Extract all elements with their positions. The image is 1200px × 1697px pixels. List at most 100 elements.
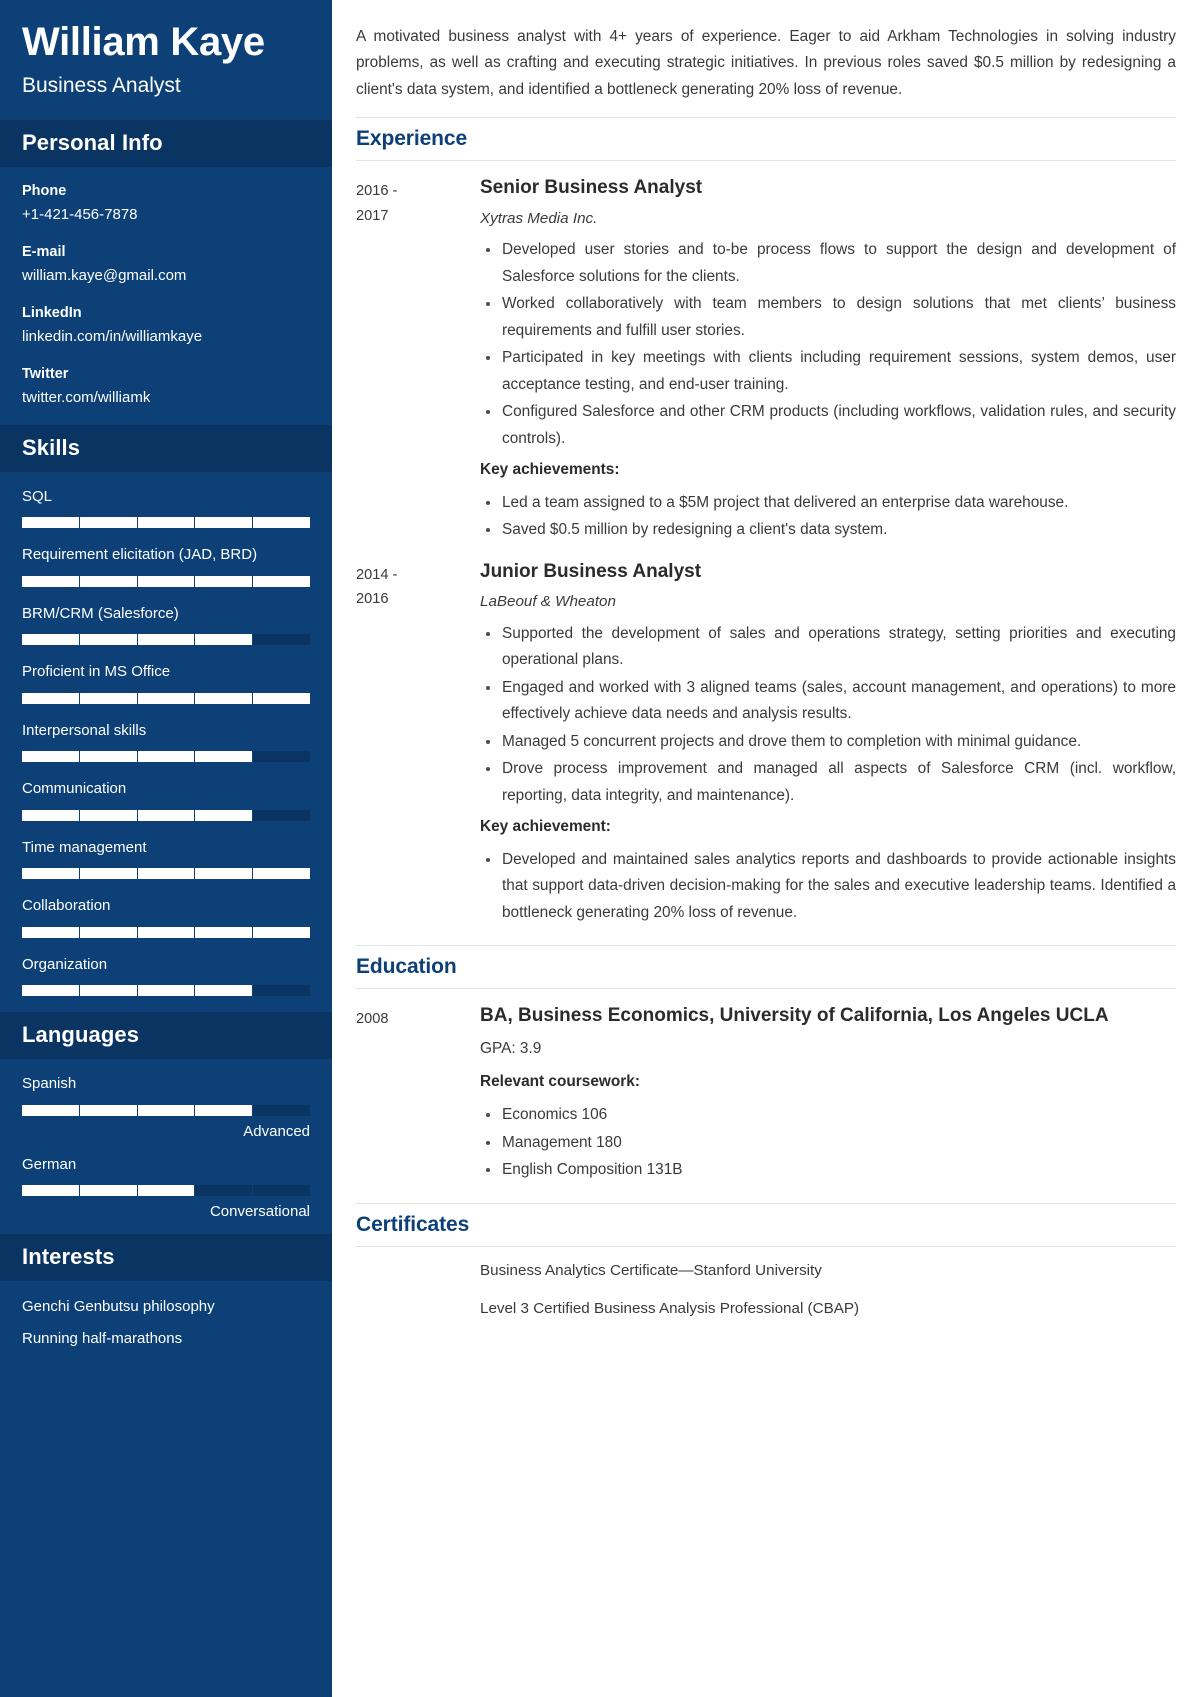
coursework-list: Economics 106 Management 180 English Compo…: [480, 1102, 1176, 1183]
bullet-item: Worked collaboratively with team members…: [480, 291, 1176, 344]
bullet-item: Engaged and worked with 3 aligned teams …: [480, 675, 1176, 728]
bullet-item: Led a team assigned to a $5M project tha…: [480, 490, 1176, 516]
personal-info-item: Twitter twitter.com/williamk: [22, 364, 310, 409]
interest-item: Running half-marathons: [22, 1329, 183, 1347]
interests-list: Genchi Genbutsu philosophy Running half-m…: [0, 1281, 332, 1350]
section-title: Languages: [22, 1022, 140, 1048]
bullet-item: Economics 106: [480, 1102, 1176, 1128]
skill-item: Interpersonal skills: [22, 720, 310, 763]
bullet-item: Developed user stories and to-be process…: [480, 237, 1176, 290]
bullet-item: Supported the development of sales and o…: [480, 621, 1176, 674]
personal-info-value: +1-421-456-7878: [22, 205, 138, 223]
skill-item: BRM/CRM (Salesforce): [22, 603, 310, 646]
experience-entry: 2016 -2017 Senior Business Analyst Xytras …: [356, 161, 1176, 544]
education-entry-list: 2008 BA, Business Economics, University o…: [356, 989, 1176, 1185]
resume-document: William Kaye Business Analyst Personal I…: [0, 0, 1200, 1697]
language-label: Spanish: [22, 1075, 77, 1093]
bullet-item: English Composition 131B: [480, 1157, 1176, 1183]
skill-label: Interpersonal skills: [22, 721, 147, 739]
language-proficiency: Advanced: [243, 1122, 310, 1140]
progress-bar-track: [22, 751, 310, 763]
professional-summary: A motivated business analyst with 4+ yea…: [356, 28, 1176, 98]
languages-list: Spanish Advanced German Conversational: [0, 1059, 332, 1220]
personal-info-label: Phone: [22, 182, 67, 199]
education-entry: 2008 BA, Business Economics, University o…: [356, 989, 1176, 1185]
entry-bullet-list: Supported the development of sales and o…: [480, 621, 1176, 809]
skill-label: Time management: [22, 838, 147, 856]
progress-bar-track: [22, 926, 310, 938]
bullet-item: Managed 5 concurrent projects and drove …: [480, 729, 1176, 755]
education-section: Education 2008 BA, Business Economics, Un…: [356, 945, 1176, 1185]
section-header-interests: Interests: [0, 1234, 332, 1282]
candidate-job-title: Business Analyst: [22, 73, 181, 97]
language-item: Spanish Advanced: [22, 1073, 310, 1140]
progress-bar-segments: [22, 985, 310, 997]
progress-bar-track: [22, 985, 310, 997]
entry-role-title: Senior Business Analyst: [480, 177, 703, 199]
certificates-section: Certificates Business Analytics Certific…: [356, 1202, 1176, 1336]
certificate-item: Level 3 Certified Business Analysis Prof…: [480, 1299, 860, 1317]
sidebar: William Kaye Business Analyst Personal I…: [0, 0, 332, 1697]
language-proficiency: Conversational: [209, 1203, 310, 1221]
skill-item: Organization: [22, 954, 310, 997]
main-content: A motivated business analyst with 4+ yea…: [332, 0, 1200, 1697]
certificate-item: Business Analytics Certificate—Stanford …: [480, 1261, 822, 1279]
progress-bar-segments: [22, 868, 310, 880]
personal-info-item: Phone +1-421-456-7878: [22, 181, 310, 226]
personal-info-list: Phone +1-421-456-7878 E-mail william.kaye@g…: [0, 167, 332, 409]
skill-label: Organization: [22, 955, 108, 973]
skill-label: Communication: [22, 780, 127, 798]
skill-label: BRM/CRM (Salesforce): [22, 604, 179, 622]
skill-label: Proficient in MS Office: [22, 663, 171, 681]
section-title: Interests: [22, 1244, 115, 1270]
skill-item: Requirement elicitation (JAD, BRD): [22, 544, 310, 587]
progress-bar-track: [22, 692, 310, 704]
personal-info-value: linkedin.com/in/williamkaye: [22, 327, 203, 345]
progress-bar-track: [22, 809, 310, 821]
section-title: Personal Info: [22, 129, 163, 155]
personal-info-item: LinkedIn linkedin.com/in/williamkaye: [22, 303, 310, 348]
progress-bar-segments: [22, 575, 310, 587]
progress-bar-segments: [22, 517, 310, 529]
education-heading: Education: [356, 955, 457, 979]
bullet-item: Saved $0.5 million by redesigning a clie…: [480, 517, 1176, 543]
interest-item: Genchi Genbutsu philosophy: [22, 1298, 215, 1316]
personal-info-label: E-mail: [22, 243, 66, 260]
progress-bar-segments: [22, 1185, 310, 1197]
personal-info-label: Twitter: [22, 365, 69, 382]
progress-bar-track: [22, 1104, 310, 1116]
candidate-name: William Kaye: [22, 20, 265, 64]
coursework-label: Relevant coursework:: [480, 1073, 640, 1091]
certificates-heading: Certificates: [356, 1212, 470, 1236]
certificates-list: Business Analytics Certificate—Stanford …: [480, 1259, 1176, 1336]
progress-bar-segments: [22, 1104, 310, 1116]
progress-bar-segments: [22, 809, 310, 821]
sidebar-header: William Kaye Business Analyst: [0, 0, 332, 120]
skill-label: SQL: [22, 487, 53, 505]
progress-bar-segments: [22, 692, 310, 704]
skill-label: Collaboration: [22, 897, 111, 915]
achievements-label: Key achievements:: [480, 461, 620, 479]
certificates-entry: Business Analytics Certificate—Stanford …: [356, 1247, 1176, 1336]
section-header-skills: Skills: [0, 424, 332, 472]
progress-bar-track: [22, 634, 310, 646]
experience-entry: 2014 -2016 Junior Business Analyst LaBeouf…: [356, 545, 1176, 927]
entry-organization: LaBeouf & Wheaton: [480, 592, 616, 610]
language-label: German: [22, 1155, 77, 1173]
progress-bar-track: [22, 868, 310, 880]
education-degree: BA, Business Economics, University of Ca…: [480, 1005, 1109, 1027]
skill-item: Time management: [22, 837, 310, 880]
entry-date: 2014 -2016: [356, 566, 398, 607]
skills-list: SQL Requirement elicitation (JAD, BRD) BRM…: [0, 472, 332, 997]
bullet-item: Management 180: [480, 1130, 1176, 1156]
progress-bar-segments: [22, 926, 310, 938]
language-item: German Conversational: [22, 1154, 310, 1221]
achievements-list: Developed and maintained sales analytics…: [480, 847, 1176, 926]
skill-item: SQL: [22, 486, 310, 529]
personal-info-value: william.kaye@gmail.com: [22, 266, 187, 284]
section-header-personal-info: Personal Info: [0, 119, 332, 167]
entry-date: 2016 -2017: [356, 183, 398, 224]
entry-body: Senior Business Analyst Xytras Media Inc.…: [480, 175, 1176, 544]
progress-bar-track: [22, 517, 310, 529]
experience-heading: Experience: [356, 127, 468, 151]
